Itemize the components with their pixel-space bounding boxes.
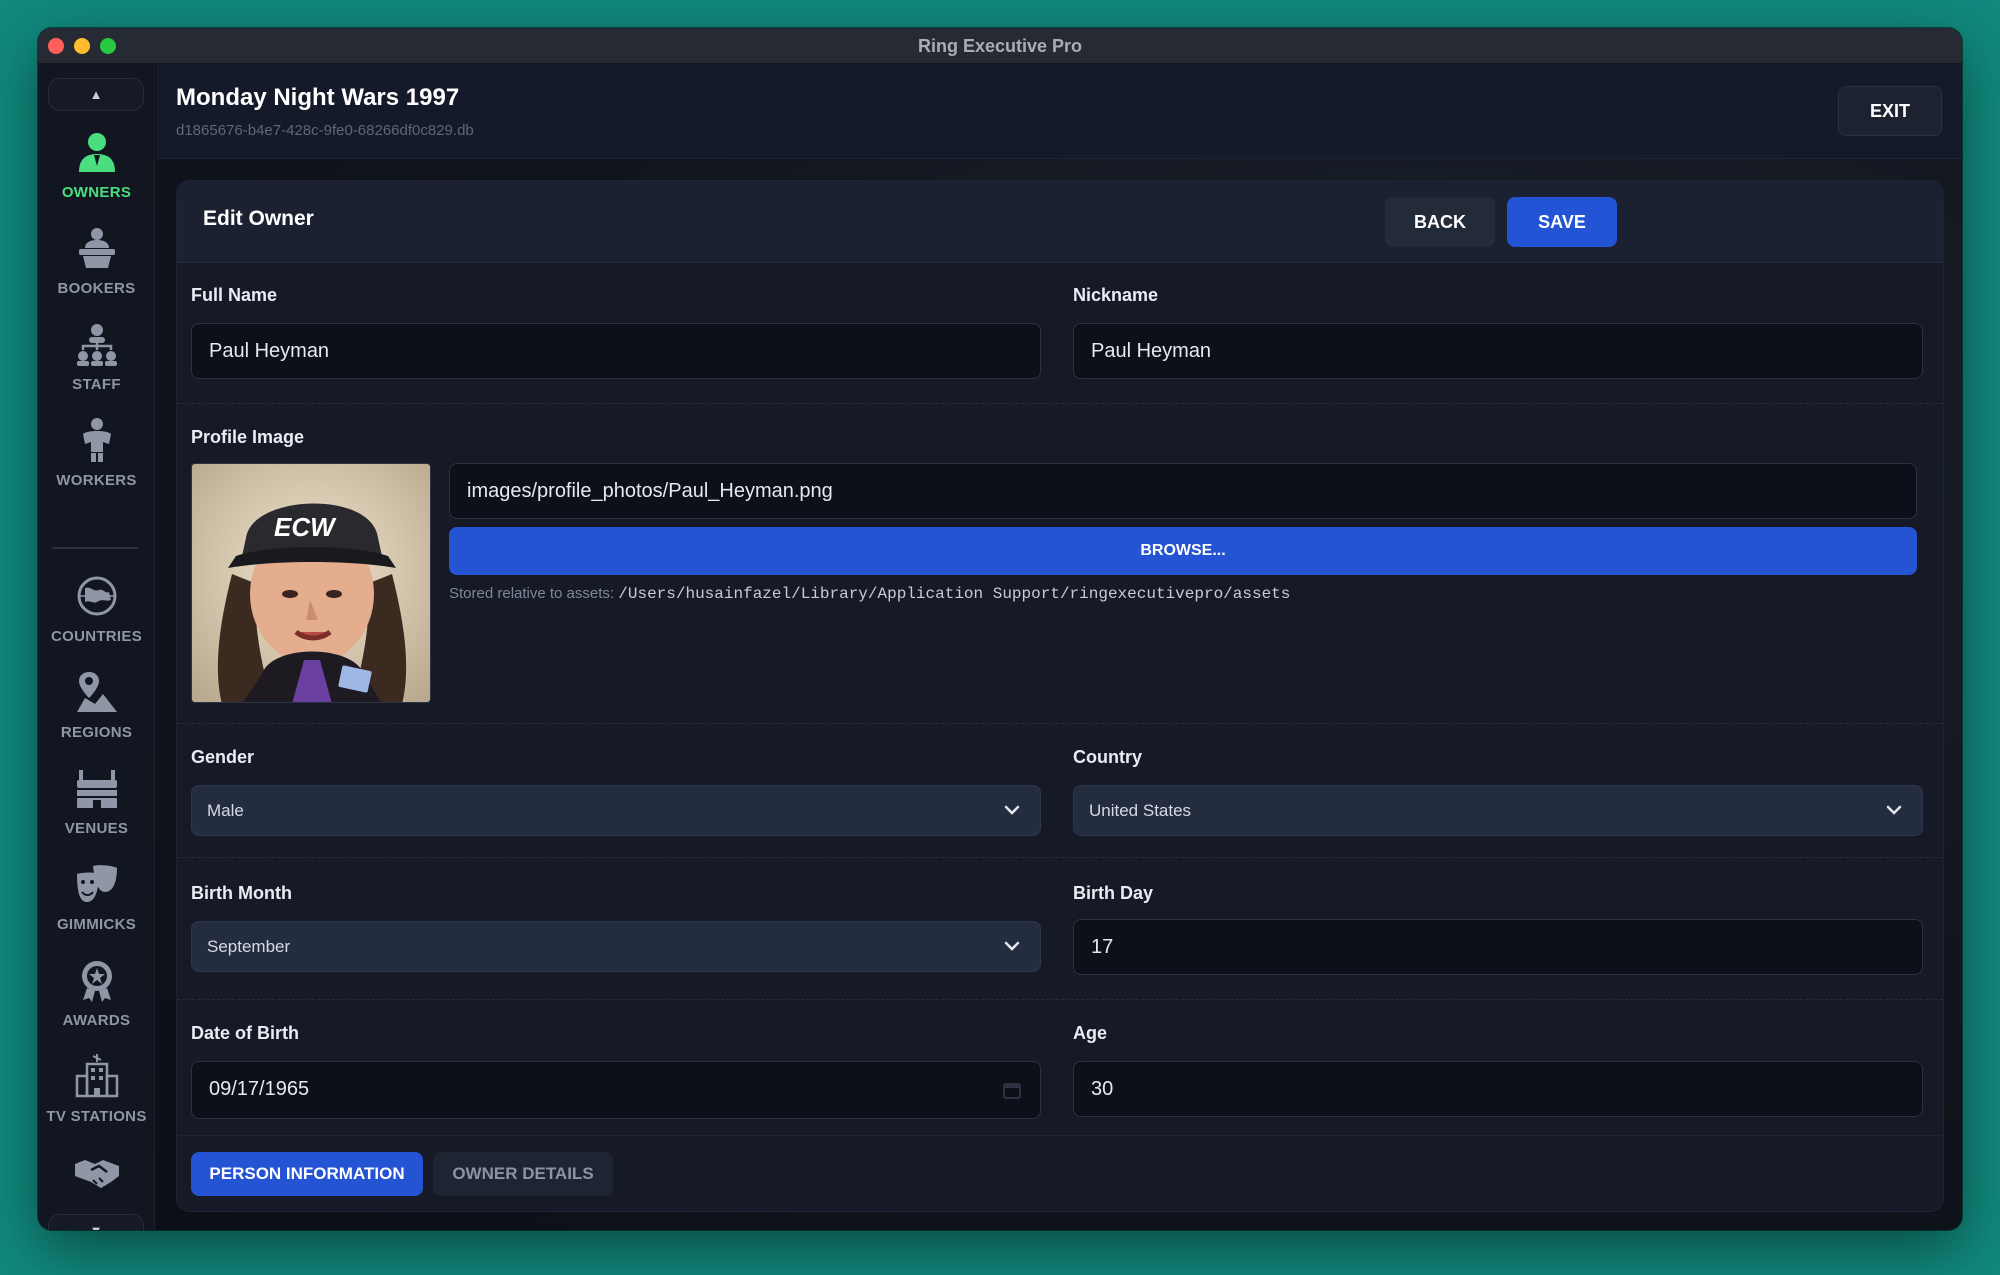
sidebar-item-awards[interactable]: AWARDS bbox=[38, 956, 155, 1046]
sidebar-item-label: VENUES bbox=[64, 820, 129, 837]
calendar-icon[interactable] bbox=[1002, 1080, 1022, 1100]
date-of-birth-label: Date of Birth bbox=[191, 1023, 299, 1043]
full-name-label: Full Name bbox=[191, 285, 278, 305]
sidebar-scroll-down-button[interactable]: ▼ bbox=[48, 1214, 144, 1230]
sidebar-item-label: STAFF bbox=[72, 376, 121, 393]
sidebar-item-label: GIMMICKS bbox=[56, 916, 137, 933]
country-select[interactable]: United States bbox=[1073, 785, 1923, 836]
form-tab-bar: PERSON INFORMATION OWNER DETAILS bbox=[177, 1135, 1943, 1211]
sidebar-item-countries[interactable]: COUNTRIES bbox=[38, 572, 155, 662]
award-icon bbox=[81, 961, 112, 1002]
age-input[interactable]: 30 bbox=[1073, 1061, 1923, 1117]
sidebar-item-venues[interactable]: VENUES bbox=[38, 764, 155, 854]
gender-label: Gender bbox=[191, 747, 255, 767]
sidebar: ▲ OWNERS BOOKERS STAFF WORKERS COUNTRIES… bbox=[38, 64, 155, 1230]
tab-owner-details[interactable]: OWNER DETAILS bbox=[433, 1152, 613, 1196]
stadium-icon bbox=[76, 770, 117, 808]
cap-logo: ECW bbox=[274, 512, 337, 542]
sidebar-item-regions[interactable]: REGIONS bbox=[38, 668, 155, 758]
section-divider bbox=[177, 723, 1943, 724]
org-chart-icon bbox=[76, 324, 117, 366]
title-bar: Ring Executive Pro bbox=[38, 28, 1962, 64]
sidebar-item-label: BOOKERS bbox=[57, 280, 136, 297]
exit-button[interactable]: EXIT bbox=[1838, 86, 1942, 136]
nickname-label: Nickname bbox=[1073, 285, 1159, 305]
window-title: Ring Executive Pro bbox=[917, 36, 1083, 56]
sidebar-item-label: AWARDS bbox=[62, 1012, 131, 1029]
sidebar-item-bookers[interactable]: BOOKERS bbox=[38, 224, 155, 314]
birth-month-value: September bbox=[207, 937, 291, 956]
page-title: Monday Night Wars 1997 bbox=[176, 84, 460, 111]
country-label: Country bbox=[1073, 747, 1142, 767]
sidebar-divider bbox=[52, 547, 138, 549]
card-header: Edit Owner BACK SAVE bbox=[177, 181, 1943, 263]
birth-day-label: Birth Day bbox=[1073, 883, 1154, 903]
save-button[interactable]: SAVE bbox=[1507, 197, 1617, 247]
country-value: United States bbox=[1089, 801, 1192, 820]
globe-icon bbox=[77, 576, 116, 616]
date-of-birth-input[interactable]: 09/17/1965 bbox=[191, 1061, 1041, 1119]
gender-select[interactable]: Male bbox=[191, 785, 1041, 836]
profile-photo-image: ECW bbox=[192, 464, 430, 702]
full-name-input[interactable]: Paul Heyman bbox=[191, 323, 1041, 379]
assets-path: /Users/husainfazel/Library/Application S… bbox=[618, 585, 1291, 603]
page-header: Monday Night Wars 1997 d1865676-b4e7-428… bbox=[156, 64, 1962, 159]
sidebar-item-owners[interactable]: OWNERS bbox=[38, 128, 155, 218]
podium-icon bbox=[78, 228, 115, 268]
age-label: Age bbox=[1073, 1023, 1108, 1043]
birth-day-input[interactable]: 17 bbox=[1073, 919, 1923, 975]
map-pin-icon bbox=[76, 672, 117, 712]
assets-path-prefix: Stored relative to assets: bbox=[449, 585, 615, 602]
section-divider bbox=[177, 857, 1943, 858]
nickname-input[interactable]: Paul Heyman bbox=[1073, 323, 1923, 379]
tab-person-information[interactable]: PERSON INFORMATION bbox=[191, 1152, 423, 1196]
sidebar-item-label: WORKERS bbox=[56, 472, 137, 489]
sidebar-item-workers[interactable]: WORKERS bbox=[38, 416, 155, 506]
chevron-down-icon bbox=[1886, 805, 1902, 815]
back-button[interactable]: BACK bbox=[1385, 197, 1495, 247]
handshake-icon bbox=[74, 1160, 119, 1188]
sidebar-item-deals[interactable] bbox=[38, 1148, 155, 1204]
card-title: Edit Owner bbox=[203, 207, 314, 230]
profile-image-path-input[interactable]: images/profile_photos/Paul_Heyman.png bbox=[449, 463, 1917, 519]
chevron-down-icon bbox=[1004, 805, 1020, 815]
date-of-birth-value: 09/17/1965 bbox=[209, 1078, 310, 1100]
birth-month-label: Birth Month bbox=[191, 883, 292, 903]
browse-button[interactable]: BROWSE... bbox=[449, 527, 1917, 575]
section-divider bbox=[177, 999, 1943, 1000]
birth-month-select[interactable]: September bbox=[191, 921, 1041, 972]
sidebar-item-gimmicks[interactable]: GIMMICKS bbox=[38, 860, 155, 950]
wrestler-icon bbox=[82, 418, 111, 462]
sidebar-item-label: COUNTRIES bbox=[50, 628, 143, 645]
sidebar-scroll-up-button[interactable]: ▲ bbox=[48, 78, 144, 111]
edit-owner-card: Edit Owner BACK SAVE Full Name Paul Heym… bbox=[176, 180, 1944, 1212]
sidebar-item-label: OWNERS bbox=[61, 184, 132, 201]
app-window: Ring Executive Pro ▲ OWNERS BOOKERS STAF… bbox=[38, 28, 1962, 1230]
sidebar-item-label: REGIONS bbox=[60, 724, 133, 741]
profile-photo: ECW bbox=[191, 463, 431, 703]
chevron-down-icon bbox=[1004, 941, 1020, 951]
person-icon bbox=[78, 133, 115, 172]
profile-image-label: Profile Image bbox=[191, 427, 305, 447]
sidebar-item-staff[interactable]: STAFF bbox=[38, 320, 155, 410]
building-icon bbox=[75, 1054, 118, 1098]
sidebar-item-label: TV STATIONS bbox=[46, 1108, 147, 1125]
database-filename: d1865676-b4e7-428c-9fe0-68266df0c829.db bbox=[176, 122, 474, 139]
section-divider bbox=[177, 403, 1943, 404]
sidebar-item-tv-stations[interactable]: TV STATIONS bbox=[38, 1052, 155, 1142]
theater-masks-icon bbox=[76, 865, 117, 902]
gender-value: Male bbox=[207, 801, 244, 820]
assets-path-hint: Stored relative to assets: /Users/husain… bbox=[449, 585, 1290, 603]
